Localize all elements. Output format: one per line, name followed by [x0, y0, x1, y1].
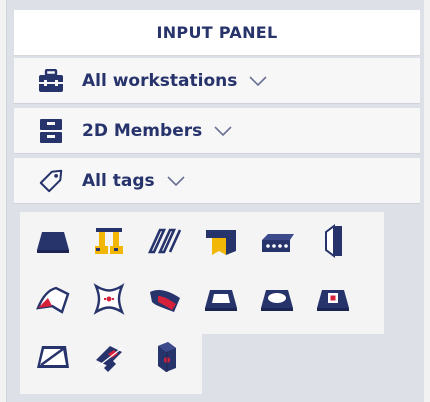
member-type-filter-label: 2D Members [82, 120, 203, 141]
hollow-core-slab-icon[interactable] [254, 218, 300, 264]
slab-icon[interactable] [30, 218, 76, 264]
shell-surface-icon[interactable] [30, 276, 76, 322]
slab-opening-icon[interactable] [198, 276, 244, 322]
chevron-down-icon [167, 175, 185, 186]
toolbox-icon [38, 68, 64, 94]
wall-icon[interactable] [310, 218, 356, 264]
chevron-down-icon [249, 75, 267, 86]
panel-header: INPUT PANEL [14, 10, 420, 56]
slab-insert-icon[interactable] [310, 276, 356, 322]
tag-icon [38, 168, 64, 194]
workstation-filter-dropdown[interactable]: All workstations [14, 58, 420, 104]
shell-load-icon[interactable] [142, 276, 188, 322]
wall-slab-joint-icon[interactable] [198, 218, 244, 264]
cutout-icon[interactable] [254, 276, 300, 322]
workstation-filter-label: All workstations [82, 70, 238, 91]
curved-shell-icon[interactable] [86, 276, 132, 322]
subregion-icon[interactable] [86, 334, 132, 380]
tag-filter-label: All tags [82, 170, 155, 191]
cabinet-icon [38, 118, 64, 144]
sloped-slab-icon[interactable] [30, 334, 76, 380]
load-panel-icon[interactable] [86, 218, 132, 264]
member-type-filter-dropdown[interactable]: 2D Members [14, 108, 420, 154]
tag-filter-dropdown[interactable]: All tags [14, 158, 420, 204]
thickness-point-icon[interactable] [142, 334, 188, 380]
ribbed-slab-icon[interactable] [142, 218, 188, 264]
chevron-down-icon [214, 125, 232, 136]
panel-title: INPUT PANEL [156, 23, 278, 42]
